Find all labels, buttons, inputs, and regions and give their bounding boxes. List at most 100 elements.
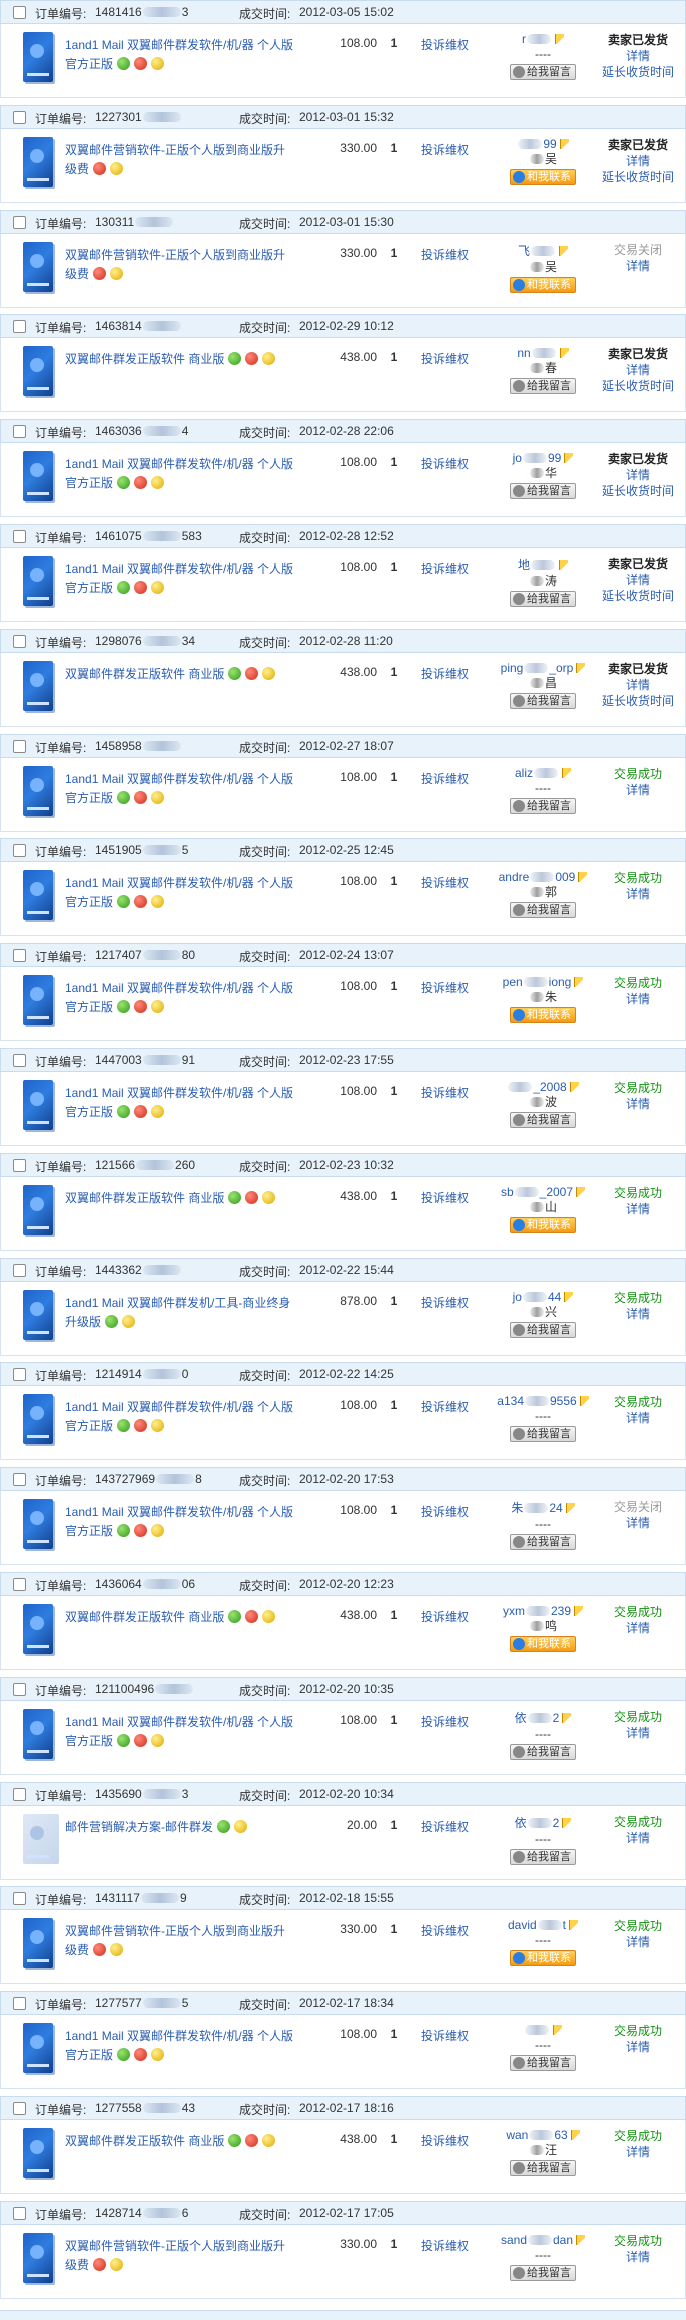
- detail-link[interactable]: 详情: [597, 1096, 679, 1112]
- flag-icon[interactable]: [559, 138, 569, 149]
- flag-icon[interactable]: [569, 1082, 579, 1092]
- seven-day-return-icon[interactable]: [134, 476, 148, 490]
- order-select-checkbox[interactable]: [13, 1892, 26, 1906]
- product-title[interactable]: 1and1 Mail 双翼邮件群发软件/机/器 个人版 官方正版: [65, 770, 295, 808]
- flag-icon[interactable]: [576, 1186, 586, 1197]
- order-select-checkbox[interactable]: [13, 634, 26, 648]
- complaint-link[interactable]: 投诉维权: [421, 36, 469, 53]
- contact-me-button[interactable]: 和我联系: [510, 1216, 576, 1233]
- seven-day-return-icon[interactable]: [134, 1419, 148, 1433]
- buyer-nickname[interactable]: _2008: [493, 1080, 593, 1094]
- seven-day-return-icon[interactable]: [245, 1610, 259, 1623]
- buyer-nickname[interactable]: 朱 24: [493, 1499, 593, 1516]
- consumer-protection-icon[interactable]: [117, 1000, 131, 1014]
- product-thumbnail[interactable]: [23, 2232, 53, 2283]
- complaint-link[interactable]: 投诉维权: [421, 455, 469, 472]
- flag-icon[interactable]: [565, 1503, 575, 1514]
- seven-day-return-icon[interactable]: [134, 57, 148, 70]
- flag-icon[interactable]: [555, 34, 564, 44]
- complaint-link[interactable]: 投诉维权: [421, 1294, 469, 1311]
- genuine-guarantee-icon[interactable]: [122, 1314, 136, 1328]
- genuine-guarantee-icon[interactable]: [262, 352, 276, 366]
- product-title[interactable]: 双翼邮件营销软件-正版个人版到商业版升级费: [65, 246, 295, 284]
- detail-link[interactable]: 详情: [597, 1934, 679, 1950]
- product-title[interactable]: 1and1 Mail 双翼邮件群发软件/机/器 个人版 官方正版: [65, 1503, 295, 1541]
- genuine-guarantee-icon[interactable]: [151, 581, 165, 594]
- product-title[interactable]: 双翼邮件营销软件-正版个人版到商业版升级费: [65, 2237, 295, 2275]
- product-thumbnail[interactable]: [23, 451, 53, 502]
- leave-message-button[interactable]: 给我留言: [510, 1426, 576, 1443]
- order-number[interactable]: 121566 260: [95, 1158, 195, 1172]
- product-title[interactable]: 双翼邮件群发正版软件 商业版: [65, 2132, 295, 2151]
- detail-link[interactable]: 详情: [597, 258, 679, 274]
- product-thumbnail[interactable]: [23, 241, 53, 292]
- detail-link[interactable]: 详情: [597, 2249, 679, 2265]
- order-number[interactable]: 1447003 91: [95, 1053, 195, 1067]
- detail-link[interactable]: 详情: [597, 991, 679, 1007]
- complaint-link[interactable]: 投诉维权: [421, 770, 469, 787]
- genuine-guarantee-icon[interactable]: [110, 1943, 124, 1957]
- order-number[interactable]: 1428714 6: [95, 2206, 188, 2220]
- leave-message-button[interactable]: 给我留言: [510, 692, 576, 709]
- extend-receipt-link[interactable]: 延长收货时间: [597, 378, 679, 394]
- buyer-nickname[interactable]: andre 009: [493, 870, 593, 884]
- order-select-checkbox[interactable]: [13, 1054, 26, 1067]
- product-title[interactable]: 1and1 Mail 双翼邮件群发软件/机/器 个人版 官方正版: [65, 1084, 295, 1122]
- consumer-protection-icon[interactable]: [117, 1524, 131, 1538]
- order-select-checkbox[interactable]: [13, 215, 26, 229]
- seven-day-return-icon[interactable]: [134, 790, 148, 804]
- product-thumbnail[interactable]: [23, 556, 53, 606]
- product-title[interactable]: 双翼邮件营销软件-正版个人版到商业版升级费: [65, 141, 295, 179]
- complaint-link[interactable]: 投诉维权: [421, 1503, 469, 1520]
- order-select-checkbox[interactable]: [13, 425, 26, 439]
- complaint-link[interactable]: 投诉维权: [421, 1084, 469, 1101]
- product-title[interactable]: 1and1 Mail 双翼邮件群发软件/机/器 个人版 官方正版: [65, 979, 295, 1017]
- seven-day-return-icon[interactable]: [93, 2257, 107, 2271]
- order-select-checkbox[interactable]: [13, 320, 26, 334]
- extend-receipt-link[interactable]: 延长收货时间: [597, 588, 679, 604]
- consumer-protection-icon[interactable]: [217, 1819, 230, 1833]
- genuine-guarantee-icon[interactable]: [151, 895, 165, 909]
- flag-icon[interactable]: [578, 872, 588, 883]
- genuine-guarantee-icon[interactable]: [151, 476, 165, 490]
- buyer-nickname[interactable]: r: [493, 32, 593, 46]
- product-thumbnail[interactable]: [23, 1918, 53, 1969]
- complaint-link[interactable]: 投诉维权: [421, 246, 469, 263]
- order-number[interactable]: 1277558 43: [95, 2101, 195, 2115]
- buyer-nickname[interactable]: [493, 2023, 593, 2037]
- seven-day-return-icon[interactable]: [93, 266, 107, 280]
- consumer-protection-icon[interactable]: [117, 476, 131, 490]
- buyer-nickname[interactable]: sand dan: [493, 2233, 593, 2247]
- extend-receipt-link[interactable]: 延长收货时间: [597, 483, 679, 499]
- product-title[interactable]: 1and1 Mail 双翼邮件群发软件/机/器 个人版 官方正版: [65, 1713, 295, 1751]
- detail-link[interactable]: 详情: [597, 677, 679, 693]
- product-title[interactable]: 1and1 Mail 双翼邮件群发软件/机/器 个人版 官方正版: [65, 874, 295, 912]
- leave-message-button[interactable]: 给我留言: [510, 1321, 576, 1338]
- product-title[interactable]: 双翼邮件群发正版软件 商业版: [65, 665, 295, 684]
- genuine-guarantee-icon[interactable]: [234, 1819, 247, 1833]
- product-thumbnail[interactable]: [23, 1604, 53, 1654]
- detail-link[interactable]: 详情: [597, 886, 679, 902]
- consumer-protection-icon[interactable]: [117, 1419, 131, 1433]
- seven-day-return-icon[interactable]: [245, 1190, 259, 1204]
- order-select-checkbox[interactable]: [13, 1473, 26, 1487]
- product-title[interactable]: 1and1 Mail 双翼邮件群发软件/机/器 个人版 官方正版: [65, 455, 295, 493]
- buyer-nickname[interactable]: jo 44: [493, 1290, 593, 1304]
- detail-link[interactable]: 详情: [597, 362, 679, 378]
- buyer-nickname[interactable]: ping _orp: [493, 661, 593, 675]
- order-number[interactable]: 1435690 3: [95, 1787, 188, 1801]
- seven-day-return-icon[interactable]: [134, 895, 148, 909]
- order-number[interactable]: 1458958: [95, 739, 182, 753]
- flag-icon[interactable]: [576, 2234, 586, 2245]
- complaint-link[interactable]: 投诉维权: [421, 2132, 469, 2149]
- detail-link[interactable]: 详情: [597, 1620, 679, 1636]
- flag-icon[interactable]: [570, 2130, 580, 2140]
- order-select-checkbox[interactable]: [13, 844, 26, 858]
- product-title[interactable]: 双翼邮件群发正版软件 商业版: [65, 1189, 295, 1208]
- genuine-guarantee-icon[interactable]: [151, 790, 165, 804]
- extend-receipt-link[interactable]: 延长收货时间: [597, 169, 679, 185]
- complaint-link[interactable]: 投诉维权: [421, 665, 469, 682]
- product-title[interactable]: 邮件营销解决方案-邮件群发: [65, 1818, 295, 1837]
- buyer-nickname[interactable]: jo 99: [493, 451, 593, 465]
- order-select-checkbox[interactable]: [13, 949, 26, 963]
